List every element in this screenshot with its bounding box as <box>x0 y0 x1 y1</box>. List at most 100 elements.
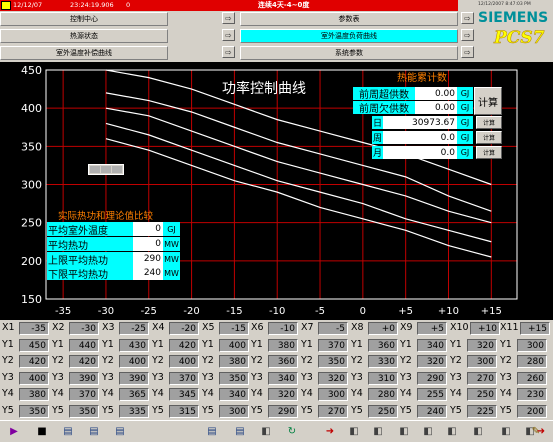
grid-value-input[interactable]: 320 <box>318 371 348 385</box>
nav-icon[interactable]: ⇨ <box>222 46 235 58</box>
grid-value-input[interactable]: 370 <box>318 338 348 352</box>
grid-value-input[interactable]: 400 <box>219 338 249 352</box>
grid-value-input[interactable]: 340 <box>219 388 249 401</box>
grid-value-input[interactable]: -20 <box>169 322 199 335</box>
grid-value-input[interactable]: 300 <box>318 388 348 401</box>
grid-value-input[interactable]: 340 <box>417 338 447 352</box>
nav-icon[interactable]: ⇨ <box>461 46 474 58</box>
grid-value-input[interactable]: 290 <box>268 404 298 418</box>
grid-value-input[interactable]: 380 <box>219 355 249 368</box>
calc-main-button[interactable]: 计算 <box>474 87 502 115</box>
grid-value-input[interactable]: 420 <box>69 355 99 368</box>
arrow-icon[interactable]: ➜ <box>322 423 338 439</box>
grid-value-input[interactable]: 290 <box>417 371 447 385</box>
grid-value-input[interactable]: 280 <box>517 355 547 368</box>
grid-value-input[interactable]: 370 <box>69 388 99 401</box>
grid-value-input[interactable]: 350 <box>19 404 49 418</box>
grid-value-input[interactable]: -10 <box>268 322 298 335</box>
plot-tool-icon[interactable] <box>90 166 100 173</box>
nav-icon[interactable]: ⇨ <box>461 29 474 41</box>
nav-icon[interactable]: ⇨ <box>222 29 235 41</box>
plot-tool-icon[interactable] <box>101 166 111 173</box>
tool-icon[interactable]: ◧ <box>258 423 274 439</box>
calc-day-button[interactable]: 计算 <box>476 116 502 129</box>
tool-icon[interactable]: ◧ <box>444 423 460 439</box>
nav-heat-source[interactable]: 热源状态 <box>0 29 168 43</box>
grid-value-input[interactable]: -5 <box>318 322 348 335</box>
nav-param-table[interactable]: 参数表 <box>240 12 458 26</box>
grid-value-input[interactable]: 255 <box>417 388 447 401</box>
tool-icon[interactable]: ◧ <box>346 423 362 439</box>
grid-value-input[interactable]: 270 <box>467 371 497 385</box>
grid-value-input[interactable]: 370 <box>169 371 199 385</box>
page-icon[interactable]: ▤ <box>60 423 76 439</box>
grid-value-input[interactable]: 300 <box>467 355 497 368</box>
grid-value-input[interactable]: +5 <box>417 322 447 335</box>
grid-value-input[interactable]: 360 <box>368 338 398 352</box>
nav-system-params[interactable]: 系统参数 <box>240 46 458 60</box>
grid-value-input[interactable]: 320 <box>268 388 298 401</box>
tool-icon[interactable]: ◧ <box>498 423 514 439</box>
grid-value-input[interactable]: 400 <box>19 371 49 385</box>
tool-icon[interactable]: ◧ <box>470 423 486 439</box>
refresh-icon[interactable]: ↻ <box>284 423 300 439</box>
page-icon[interactable]: ▤ <box>232 423 248 439</box>
grid-value-input[interactable]: 310 <box>368 371 398 385</box>
grid-value-input[interactable]: +10 <box>470 322 500 335</box>
tool-icon[interactable]: ◧ <box>420 423 436 439</box>
grid-value-input[interactable]: 240 <box>417 404 447 418</box>
tool-icon[interactable]: ◧ <box>396 423 412 439</box>
grid-value-input[interactable]: 350 <box>219 371 249 385</box>
grid-value-input[interactable]: +15 <box>520 322 550 335</box>
grid-value-input[interactable]: 340 <box>268 371 298 385</box>
grid-value-input[interactable]: -15 <box>219 322 249 335</box>
nav-control-center[interactable]: 控制中心 <box>0 12 168 26</box>
page-icon[interactable]: ▤ <box>112 423 128 439</box>
grid-value-input[interactable]: 200 <box>517 404 547 418</box>
calc-week-button[interactable]: 计算 <box>476 131 502 144</box>
grid-value-input[interactable]: -35 <box>19 322 49 335</box>
grid-value-input[interactable]: 365 <box>119 388 149 401</box>
grid-value-input[interactable]: 300 <box>219 404 249 418</box>
play-icon[interactable]: ▶ <box>6 423 22 439</box>
grid-value-input[interactable]: 390 <box>69 371 99 385</box>
grid-value-input[interactable]: 320 <box>417 355 447 368</box>
grid-value-input[interactable]: 320 <box>467 338 497 352</box>
grid-value-input[interactable]: 380 <box>19 388 49 401</box>
grid-value-input[interactable]: 300 <box>517 338 547 352</box>
grid-value-input[interactable]: 420 <box>169 338 199 352</box>
grid-value-input[interactable]: 350 <box>318 355 348 368</box>
page-icon[interactable]: ▤ <box>204 423 220 439</box>
grid-value-input[interactable]: 250 <box>467 388 497 401</box>
grid-value-input[interactable]: 260 <box>517 371 547 385</box>
grid-value-input[interactable]: -30 <box>69 322 99 335</box>
grid-value-input[interactable]: 360 <box>268 355 298 368</box>
stop-icon[interactable]: ■ <box>34 423 50 439</box>
grid-value-input[interactable]: -25 <box>119 322 149 335</box>
grid-value-input[interactable]: 390 <box>119 371 149 385</box>
grid-value-input[interactable]: 330 <box>368 355 398 368</box>
grid-value-input[interactable]: 270 <box>318 404 348 418</box>
grid-value-input[interactable]: 250 <box>368 404 398 418</box>
grid-value-input[interactable]: 440 <box>69 338 99 352</box>
grid-value-input[interactable]: 380 <box>268 338 298 352</box>
nav-icon[interactable]: ⇨ <box>222 12 235 24</box>
plot-tool-icon[interactable] <box>112 166 122 173</box>
page-icon[interactable]: ▤ <box>86 423 102 439</box>
grid-value-input[interactable]: 400 <box>119 355 149 368</box>
tool-icon[interactable]: ◧ <box>370 423 386 439</box>
nav-outdoor-compensation[interactable]: 室外温度补偿曲线 <box>0 46 168 60</box>
grid-value-input[interactable]: 420 <box>19 355 49 368</box>
calc-month-button[interactable]: 计算 <box>476 146 502 159</box>
grid-value-input[interactable]: 280 <box>368 388 398 401</box>
grid-value-input[interactable]: 225 <box>467 404 497 418</box>
grid-value-input[interactable]: +0 <box>368 322 398 335</box>
grid-value-input[interactable]: 450 <box>19 338 49 352</box>
grid-value-input[interactable]: 400 <box>169 355 199 368</box>
arrow-icon[interactable]: ➜ <box>533 423 549 439</box>
grid-value-input[interactable]: 230 <box>517 388 547 401</box>
grid-value-input[interactable]: 350 <box>69 404 99 418</box>
grid-value-input[interactable]: 315 <box>169 404 199 418</box>
grid-value-input[interactable]: 335 <box>119 404 149 418</box>
grid-value-input[interactable]: 345 <box>169 388 199 401</box>
